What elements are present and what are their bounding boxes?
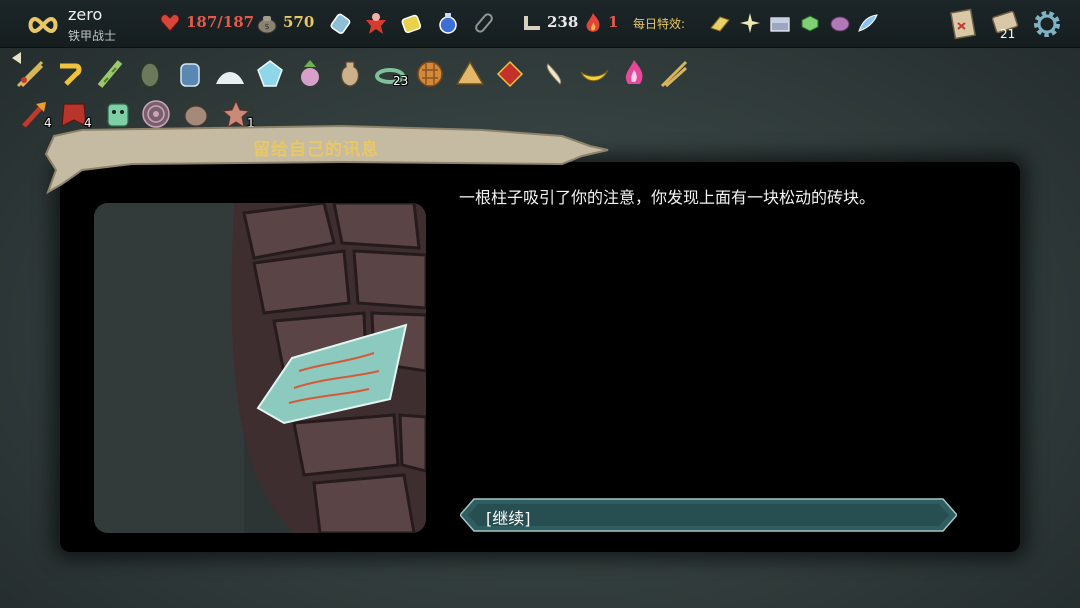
- turnip-icon: [301, 60, 319, 86]
- relic-crossed-sticks[interactable]: [658, 58, 690, 90]
- relic-salt-pile[interactable]: [214, 58, 246, 90]
- relic-burning-blood[interactable]: [14, 58, 46, 90]
- salt-pile-icon: [216, 72, 244, 84]
- crossed-sticks-icon: [660, 60, 688, 88]
- relic-pyramid[interactable]: [454, 58, 486, 90]
- event-description: 一根柱子吸引了你的注意，你发现上面有一块松动的砖块。: [459, 188, 876, 207]
- top-bar: zero 铁甲战士 187/187 $ 570 238 1 每日特效: 21: [0, 0, 1080, 48]
- floor-stairs-icon: [524, 16, 540, 30]
- blue-feather-icon[interactable]: [856, 12, 880, 34]
- relic-banana[interactable]: [578, 58, 610, 90]
- relic-gold-hook[interactable]: [54, 58, 86, 90]
- relic-red-cushion[interactable]: [494, 58, 526, 90]
- egg-icon: [140, 62, 160, 88]
- relic-vase[interactable]: [334, 58, 366, 90]
- loose-brick-illustration: [94, 203, 426, 533]
- player-class: 铁甲战士: [68, 29, 117, 43]
- option-label: [继续]: [486, 509, 531, 528]
- jar-icon: [180, 63, 200, 87]
- red-cushion-icon: [496, 60, 524, 88]
- gold-bar-icon[interactable]: [708, 12, 732, 34]
- relic-jar[interactable]: [174, 58, 206, 90]
- deck-count: 21: [1000, 27, 1016, 41]
- empty-potion-slot-icon[interactable]: [471, 10, 497, 36]
- burning-blood-icon: [16, 60, 44, 88]
- relic-bamboo[interactable]: [94, 58, 126, 90]
- relic-waffle[interactable]: [414, 58, 446, 90]
- pyramid-icon: [455, 60, 485, 85]
- purple-shell-icon[interactable]: [828, 12, 852, 34]
- banana-icon: [580, 69, 609, 82]
- bamboo-icon: [97, 60, 123, 88]
- ascension-flame-icon: [586, 13, 600, 32]
- gold-hook-icon: [60, 63, 82, 86]
- heart-icon: [160, 14, 180, 32]
- relic-counter: 23: [393, 74, 409, 88]
- infinity-icon: [28, 16, 58, 34]
- event-title: 留给自己的讯息: [253, 140, 379, 160]
- waffle-icon: [417, 61, 443, 87]
- option-button-frame: [460, 498, 957, 532]
- map-icon[interactable]: [948, 8, 978, 40]
- continue-option-button[interactable]: [继续]: [460, 497, 957, 533]
- ascension-value[interactable]: 1: [608, 13, 618, 31]
- hp-value[interactable]: 187/187: [186, 13, 254, 31]
- daily-mods-label: 每日特效:: [633, 17, 686, 31]
- crystal-icon: [257, 60, 283, 87]
- green-cube-icon[interactable]: [798, 12, 822, 34]
- player-name: zero: [68, 5, 103, 24]
- chest-icon[interactable]: [768, 12, 792, 34]
- svg-text:$: $: [264, 22, 269, 31]
- potion-flask-red-icon[interactable]: [363, 10, 389, 36]
- sparkle-icon[interactable]: [738, 12, 762, 34]
- gear-icon[interactable]: [1032, 9, 1062, 39]
- floor-value[interactable]: 238: [547, 13, 578, 31]
- event-illustration: [94, 203, 426, 533]
- relic-turnip[interactable]: [294, 58, 326, 90]
- gold-value[interactable]: 570: [283, 13, 314, 31]
- relic-bone[interactable]: [538, 58, 570, 90]
- vase-icon: [340, 61, 360, 87]
- relic-egg[interactable]: [134, 58, 166, 90]
- potion-jar-yellow-icon[interactable]: [398, 10, 424, 36]
- relic-magic-flame[interactable]: [618, 58, 650, 90]
- potion-round-blue-icon[interactable]: [435, 10, 461, 36]
- potion-bottle-icon[interactable]: [328, 10, 354, 36]
- bone-icon: [546, 63, 562, 85]
- gold-pouch-icon: $: [257, 16, 277, 34]
- magic-flame-icon: [625, 60, 643, 84]
- relic-crystal[interactable]: [254, 58, 286, 90]
